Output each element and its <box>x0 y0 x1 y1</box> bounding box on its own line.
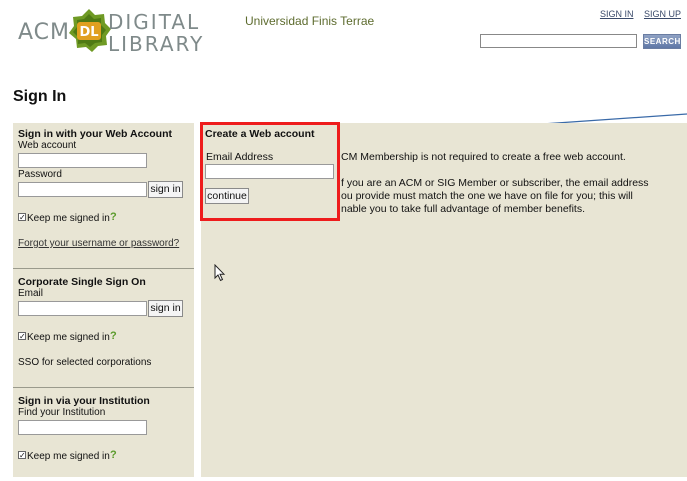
acm-dl-logo[interactable]: ACM DL DIGITAL LIBRARY <box>16 8 216 58</box>
logo-acm-text: ACM <box>18 20 71 45</box>
web-account-sign-in-button[interactable]: sign in <box>148 181 183 198</box>
info-line-1: CM Membership is not required to create … <box>341 151 626 163</box>
logo-badge-text: DL <box>79 25 98 40</box>
keep-signed-in-label: Keep me signed in <box>27 213 110 224</box>
question-mark-icon[interactable]: ? <box>110 449 117 461</box>
question-mark-icon[interactable]: ? <box>110 211 117 223</box>
password-label: Password <box>18 169 62 180</box>
sso-sign-in-button[interactable]: sign in <box>148 300 183 317</box>
sso-keep-signed-in-label: Keep me signed in <box>27 332 110 343</box>
keep-signed-in-checkbox[interactable]: ✓ <box>18 213 26 222</box>
logo-digital-text: DIGITAL <box>108 10 201 34</box>
section-divider <box>13 387 194 388</box>
logo-library-text: LIBRARY <box>108 32 205 56</box>
info-line-4: nable you to take full advantage of memb… <box>341 203 585 215</box>
forgot-password-link[interactable]: Forgot your username or password? <box>18 238 179 249</box>
email-label: Email <box>18 288 44 299</box>
sso-email-input[interactable] <box>18 301 147 316</box>
institution-keep-signed-in-checkbox[interactable]: ✓ <box>18 451 26 460</box>
sign-in-link[interactable]: SIGN IN <box>600 9 634 19</box>
web-account-title: Sign in with your Web Account <box>18 128 172 140</box>
web-account-label: Web account <box>18 140 77 151</box>
info-line-2: f you are an ACM or SIG Member or subscr… <box>341 177 649 189</box>
web-account-input[interactable] <box>18 153 147 168</box>
info-line-3: ou provide must match the one we have on… <box>341 190 633 202</box>
logo-badge-icon: DL <box>69 9 111 52</box>
highlight-box <box>200 122 340 221</box>
institution-signin-title: Sign in via your Institution <box>18 395 150 407</box>
section-divider <box>13 268 194 269</box>
search-input[interactable] <box>480 34 637 48</box>
search-button[interactable]: SEARCH <box>643 34 681 49</box>
password-input[interactable] <box>18 182 147 197</box>
top-links: SIGN IN SIGN UP <box>592 9 681 19</box>
mouse-cursor-icon <box>214 264 226 282</box>
institution-name: Universidad Finis Terrae <box>245 14 375 28</box>
institution-keep-signed-in-label: Keep me signed in <box>27 451 110 462</box>
page-title: Sign In <box>13 88 67 105</box>
corporate-sso-title: Corporate Single Sign On <box>18 276 146 288</box>
question-mark-icon[interactable]: ? <box>110 330 117 342</box>
sign-up-link[interactable]: SIGN UP <box>644 9 681 19</box>
sso-note: SSO for selected corporations <box>18 357 152 368</box>
find-institution-label: Find your Institution <box>18 407 106 418</box>
institution-input[interactable] <box>18 420 147 435</box>
sso-keep-signed-in-checkbox[interactable]: ✓ <box>18 332 26 341</box>
